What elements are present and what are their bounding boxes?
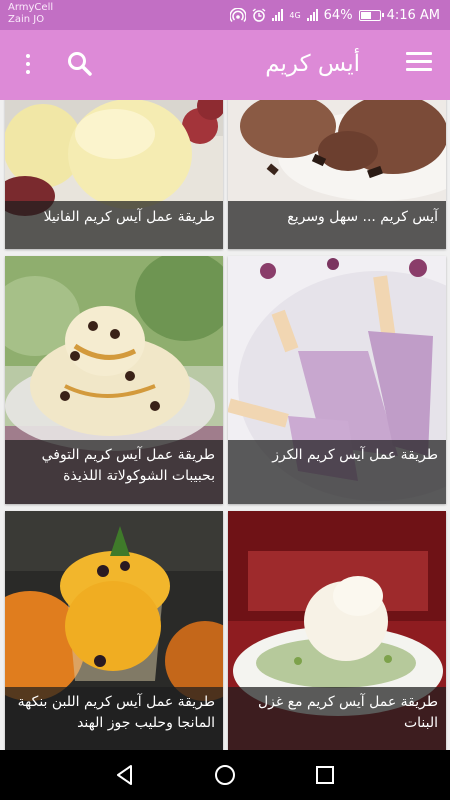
signal-icon xyxy=(272,9,284,21)
recipe-title: طريقة عمل آيس كريم الكرز xyxy=(228,440,446,504)
battery-icon xyxy=(358,9,384,21)
carrier-name-2: Zain JO xyxy=(8,14,45,25)
app-bar: أيس كريم xyxy=(0,30,450,100)
recipe-title: طريقة عمل آيس كريم الفانيلا xyxy=(5,201,223,249)
home-icon[interactable] xyxy=(212,762,238,788)
signal-icon-2 xyxy=(306,9,318,21)
recipe-card-cotton-candy[interactable]: طريقة عمل آيس كريم مع غزل البنات xyxy=(228,511,446,750)
network-type-label: 4G xyxy=(289,10,301,20)
battery-percent: 64% xyxy=(323,7,353,23)
back-icon[interactable] xyxy=(112,762,138,788)
clock: 4:16 AM xyxy=(386,7,440,23)
status-icons: 4G 64% 4:16 AM xyxy=(230,6,440,24)
recipe-card-vanilla[interactable]: طريقة عمل آيس كريم الفانيلا xyxy=(5,100,223,249)
carrier-info: ArmyCell Zain JO xyxy=(8,2,53,26)
page-title: أيس كريم xyxy=(265,51,360,77)
recipe-title: آيس كريم ... سهل وسريع xyxy=(228,201,446,249)
menu-button[interactable] xyxy=(406,52,432,78)
recipe-card-cherry[interactable]: طريقة عمل آيس كريم الكرز xyxy=(228,256,446,504)
recipe-title: طريقة عمل آيس كريم اللبن بنكهة المانجا و… xyxy=(5,687,223,750)
carrier-name-1: ArmyCell xyxy=(8,2,54,13)
recipe-title: طريقة عمل آيس كريم التوفي بحبيبات الشوكو… xyxy=(5,440,223,504)
more-vert-icon xyxy=(18,54,38,74)
alarm-icon xyxy=(252,8,266,22)
menu-icon xyxy=(406,52,432,71)
recipe-card-mango[interactable]: طريقة عمل آيس كريم اللبن بنكهة المانجا و… xyxy=(5,511,223,750)
recipe-card-toffee[interactable]: طريقة عمل آيس كريم التوفي بحبيبات الشوكو… xyxy=(5,256,223,504)
more-options-button[interactable] xyxy=(18,50,38,80)
search-icon xyxy=(68,52,92,76)
recipe-card-easy-quick[interactable]: آيس كريم ... سهل وسريع xyxy=(228,100,446,249)
search-button[interactable] xyxy=(66,50,94,78)
status-bar: ArmyCell Zain JO 4G 64% 4:16 AM xyxy=(0,0,450,30)
hotspot-icon xyxy=(230,8,247,22)
recipe-title: طريقة عمل آيس كريم مع غزل البنات xyxy=(228,687,446,750)
recipe-grid: طريقة عمل آيس كريم الفانيلا آيس كريم ...… xyxy=(0,100,450,750)
recents-icon[interactable] xyxy=(312,762,338,788)
system-nav-bar xyxy=(0,750,450,800)
